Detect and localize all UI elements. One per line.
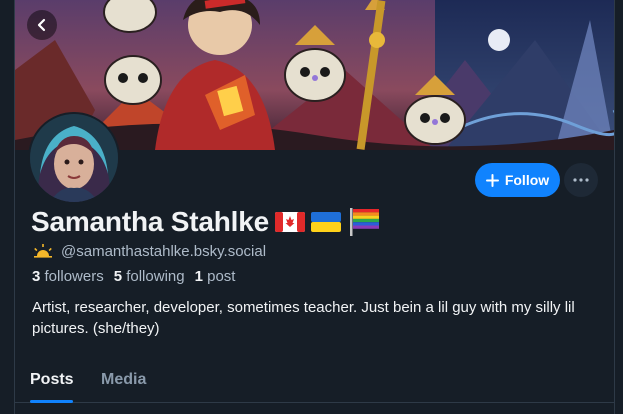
avatar[interactable] bbox=[28, 112, 120, 204]
back-button[interactable] bbox=[27, 10, 57, 40]
display-name-row: Samantha Stahlke bbox=[31, 204, 381, 240]
followers-number: 3 bbox=[32, 268, 41, 285]
more-options-button[interactable] bbox=[564, 163, 598, 197]
posts-count: 1 post bbox=[195, 268, 236, 285]
avatar-image bbox=[30, 114, 118, 202]
following-count[interactable]: 5 following bbox=[114, 268, 185, 285]
plus-icon bbox=[485, 173, 499, 187]
profile-stats: 3 followers 5 following 1 post bbox=[32, 268, 235, 285]
follow-button-label: Follow bbox=[504, 172, 550, 188]
profile-page: Follow Samantha Stahlke @samanthastahlke… bbox=[14, 0, 615, 414]
profile-tabs: Posts Media bbox=[15, 358, 614, 403]
followers-label: followers bbox=[44, 268, 104, 285]
ukraine-flag-icon bbox=[311, 212, 341, 232]
following-label: following bbox=[126, 268, 185, 285]
tab-posts-label: Posts bbox=[30, 371, 74, 388]
sunrise-icon bbox=[34, 244, 52, 258]
profile-handle[interactable]: @samanthastahlke.bsky.social bbox=[61, 243, 266, 260]
posts-number: 1 bbox=[194, 268, 203, 285]
active-tab-indicator bbox=[30, 400, 73, 403]
posts-label: post bbox=[207, 268, 236, 285]
profile-bio: Artist, researcher, developer, sometimes… bbox=[32, 299, 575, 337]
handle-row: @samanthastahlke.bsky.social bbox=[33, 241, 266, 261]
pride-flag-icon bbox=[350, 208, 379, 236]
chevron-left-icon bbox=[37, 18, 46, 32]
tab-posts[interactable]: Posts bbox=[30, 358, 74, 402]
follow-button[interactable]: Follow bbox=[475, 163, 560, 197]
display-name: Samantha Stahlke bbox=[31, 206, 269, 237]
tab-media[interactable]: Media bbox=[101, 358, 146, 402]
tab-media-label: Media bbox=[101, 371, 147, 388]
following-number: 5 bbox=[113, 268, 123, 285]
canada-flag-icon bbox=[275, 212, 305, 232]
ellipsis-icon bbox=[573, 178, 589, 182]
followers-count[interactable]: 3 followers bbox=[32, 268, 104, 285]
